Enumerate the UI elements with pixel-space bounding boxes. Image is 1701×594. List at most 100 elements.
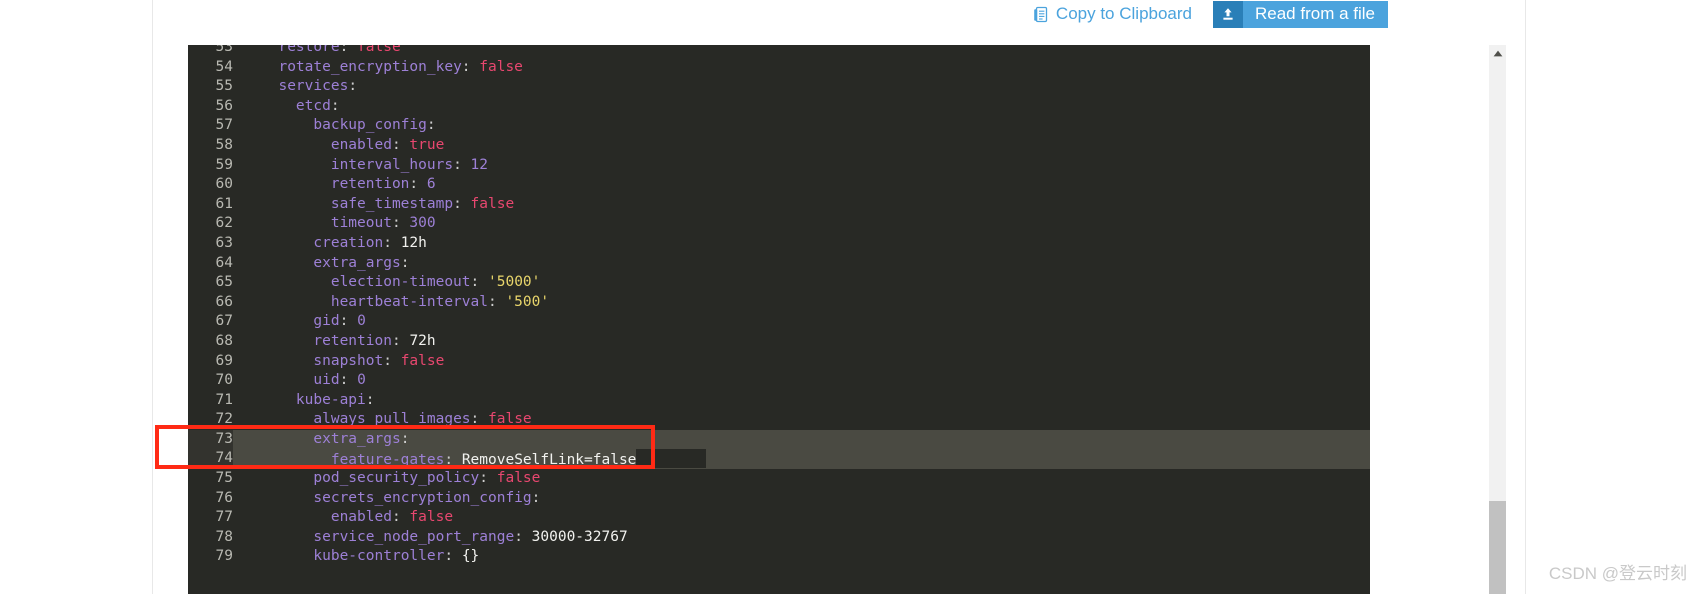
yaml-key: restore — [278, 45, 340, 55]
text-cursor — [636, 449, 707, 469]
scroll-up-arrow-icon[interactable] — [1489, 45, 1506, 62]
code-line[interactable]: 74 feature-gates: RemoveSelfLink=false — [188, 449, 1370, 470]
code-line[interactable]: 61 safe_timestamp: false — [188, 194, 1370, 215]
code-line[interactable]: 54 rotate_encryption_key: false — [188, 57, 1370, 78]
code-line-source: snapshot: false — [233, 352, 444, 372]
code-line-source: kube-api: — [233, 391, 375, 411]
code-line[interactable]: 57 backup_config: — [188, 116, 1370, 136]
code-line[interactable]: 79 kube-controller: {} — [188, 547, 1370, 568]
yaml-value: false — [470, 195, 515, 212]
line-number: 72 — [188, 410, 233, 430]
yaml-colon: : — [330, 97, 340, 114]
yaml-key: extra_args — [313, 254, 401, 271]
read-from-file-button[interactable]: Read from a file — [1213, 0, 1388, 28]
code-line[interactable]: 76 secrets_encryption_config: — [188, 488, 1370, 509]
yaml-value: false — [409, 509, 454, 526]
yaml-key: snapshot — [313, 352, 384, 369]
yaml-value: false — [479, 58, 523, 75]
code-lines: 53 restore: false 54 rotate_encryption_ke… — [188, 45, 1370, 568]
code-line[interactable]: 53 restore: false — [188, 45, 1370, 58]
read-from-file-label: Read from a file — [1243, 0, 1388, 28]
line-number: 65 — [188, 273, 233, 293]
yaml-key: secrets_encryption_config — [313, 489, 532, 506]
code-line[interactable]: 70 uid: 0 — [188, 371, 1370, 391]
code-line[interactable]: 63 creation: 12h — [188, 233, 1370, 254]
yaml-colon: : — [461, 58, 471, 75]
code-line[interactable]: 72 always_pull_images: false — [188, 410, 1370, 430]
line-number: 59 — [188, 155, 233, 176]
yaml-colon: : — [400, 254, 410, 271]
code-line[interactable]: 60 retention: 6 — [188, 175, 1370, 195]
scrollbar-thumb[interactable] — [1489, 501, 1506, 594]
yaml-colon: : — [487, 293, 497, 310]
yaml-colon: : — [348, 78, 358, 95]
yaml-colon: : — [479, 470, 488, 487]
line-number: 61 — [188, 194, 233, 215]
yaml-colon: : — [426, 117, 436, 134]
line-number: 67 — [188, 312, 233, 332]
yaml-value: 6 — [426, 176, 436, 193]
code-line[interactable]: 59 interval_hours: 12 — [188, 155, 1370, 176]
yaml-key: feature-gates — [330, 452, 445, 469]
yaml-colon: : — [453, 195, 462, 212]
page-rule-right — [1525, 0, 1526, 594]
yaml-code-editor[interactable]: 53 restore: false 54 rotate_encryption_ke… — [188, 45, 1370, 594]
code-line[interactable]: 56 etcd: — [188, 96, 1370, 117]
code-line[interactable]: 69 snapshot: false — [188, 351, 1370, 372]
code-line-source: retention: 72h — [233, 332, 435, 352]
code-line[interactable]: 77 enabled: false — [188, 508, 1370, 528]
code-line-source: kube-controller: {} — [233, 547, 479, 567]
code-line[interactable]: 62 timeout: 300 — [188, 214, 1370, 234]
code-line[interactable]: 66 heartbeat-interval: '500' — [188, 292, 1370, 313]
code-line[interactable]: 65 election-timeout: '5000' — [188, 273, 1370, 293]
yaml-value: '5000' — [488, 274, 541, 291]
yaml-key: election-timeout — [330, 274, 471, 291]
line-number: 64 — [188, 253, 233, 274]
yaml-value: true — [409, 136, 445, 153]
line-number: 54 — [188, 57, 233, 78]
code-line-source: uid: 0 — [233, 371, 365, 391]
yaml-key: etcd — [295, 97, 331, 114]
code-line[interactable]: 58 enabled: true — [188, 135, 1370, 156]
yaml-key: extra_args — [313, 430, 401, 447]
code-line[interactable]: 64 extra_args: — [188, 253, 1370, 274]
yaml-value: RemoveSelfLink=false — [461, 452, 637, 469]
line-number: 79 — [188, 547, 233, 568]
yaml-colon: : — [444, 548, 454, 565]
code-line[interactable]: 55 services: — [188, 77, 1370, 97]
code-line-source: timeout: 300 — [233, 214, 436, 234]
line-number: 56 — [188, 96, 233, 117]
yaml-value: 300 — [409, 215, 436, 232]
code-line[interactable]: 73 extra_args: — [188, 429, 1370, 450]
yaml-colon: : — [400, 430, 410, 447]
line-number: 62 — [188, 214, 233, 234]
yaml-value: 12h — [400, 234, 427, 251]
yaml-colon: : — [514, 528, 523, 545]
csdn-watermark: CSDN @登云时刻 — [1548, 564, 1687, 583]
yaml-colon: : — [391, 215, 401, 232]
code-line-source: etcd: — [233, 97, 340, 117]
copy-to-clipboard-button[interactable]: Copy to Clipboard — [1033, 4, 1192, 24]
yaml-colon: : — [470, 274, 480, 291]
code-line[interactable]: 68 retention: 72h — [188, 331, 1370, 352]
yaml-colon: : — [391, 332, 401, 349]
code-line-source: restore: false — [233, 45, 400, 58]
line-number: 70 — [188, 371, 233, 391]
yaml-value: '500' — [505, 293, 550, 310]
code-line[interactable]: 75 pod_security_policy: false — [188, 469, 1370, 489]
code-line[interactable]: 67 gid: 0 — [188, 312, 1370, 332]
code-line[interactable]: 78 service_node_port_range: 30000-32767 — [188, 527, 1370, 548]
yaml-value: {} — [461, 548, 480, 565]
editor-scrollbar[interactable] — [1489, 45, 1506, 594]
yaml-colon: : — [453, 156, 462, 173]
code-line-source: enabled: false — [233, 508, 453, 528]
yaml-key: gid — [313, 313, 340, 330]
yaml-key: heartbeat-interval — [330, 293, 488, 310]
line-number: 55 — [188, 77, 233, 97]
yaml-value: false — [488, 411, 532, 428]
code-line[interactable]: 71 kube-api: — [188, 390, 1370, 411]
yaml-key: always_pull_images — [313, 411, 471, 428]
code-line-source: gid: 0 — [233, 312, 365, 332]
code-line-source: election-timeout: '5000' — [233, 273, 541, 293]
yaml-key: uid — [313, 372, 340, 389]
